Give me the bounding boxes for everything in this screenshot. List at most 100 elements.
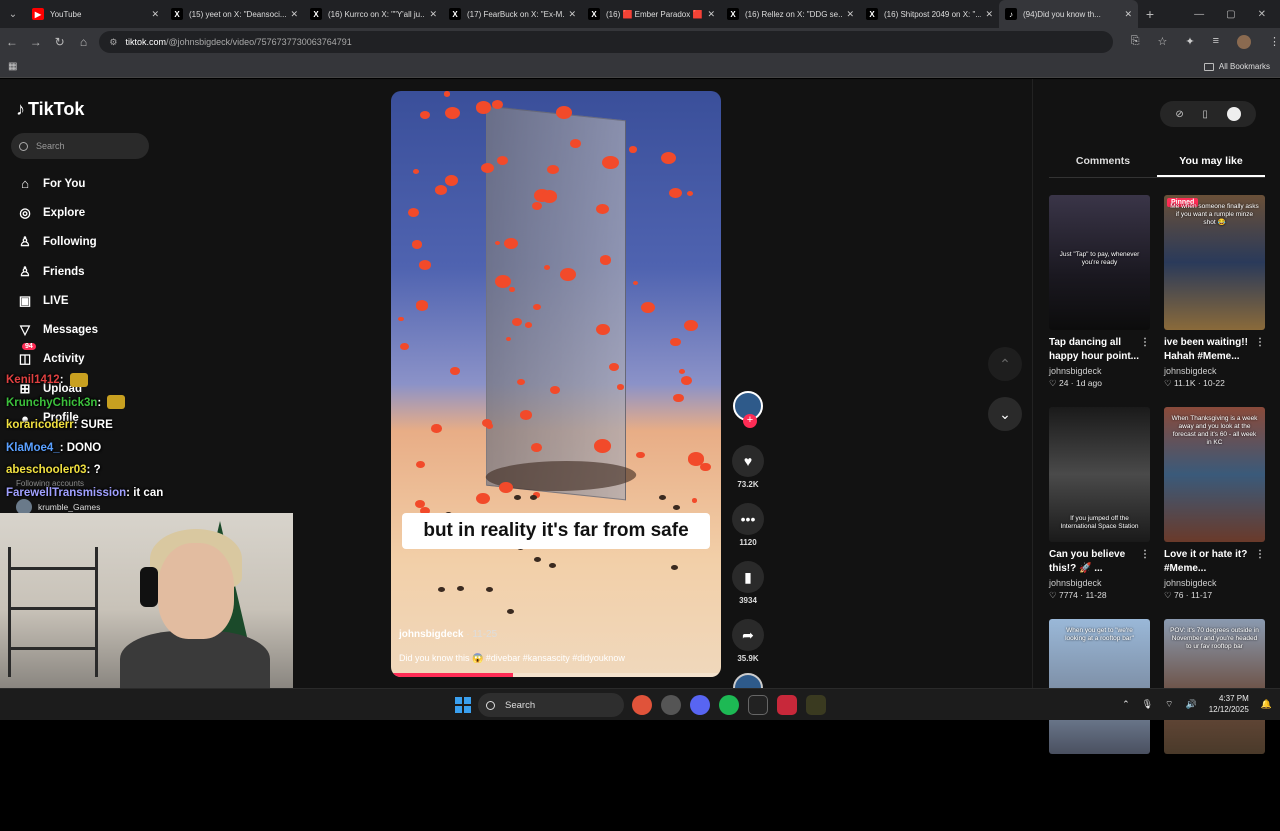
extensions-icon[interactable]: ✦ [1185, 35, 1194, 49]
all-bookmarks-button[interactable]: All Bookmarks [1203, 62, 1270, 71]
sidebar-item-friends[interactable]: ♙ Friends [16, 257, 98, 286]
video-thumbnail[interactable]: If you jumped off the International Spac… [1049, 407, 1150, 542]
card-author[interactable]: johnsbigdeck [1049, 366, 1150, 376]
sidebar-item-messages[interactable]: ▽ Messages [16, 315, 98, 344]
more-options-icon[interactable]: ⋮ [1255, 336, 1265, 350]
card-author[interactable]: johnsbigdeck [1049, 578, 1150, 588]
profile-dot-icon[interactable] [1226, 107, 1241, 121]
home-icon[interactable]: ⌂ [72, 35, 96, 49]
browser-tab[interactable]: X (16) 🟥 Ember Paradox 🟥 ... ✕ [582, 0, 721, 28]
browser-tab[interactable]: X (17) FearBuck on X: "Ex-M... ✕ [443, 0, 582, 28]
card-title[interactable]: Tap dancing all happy hour point... ⋮ [1049, 336, 1150, 364]
tab-you-may-like[interactable]: You may like [1157, 155, 1265, 177]
close-tab-icon[interactable]: ✕ [151, 9, 159, 20]
recommended-video-card[interactable]: POV: it's 70 degrees outside in November… [1164, 619, 1265, 831]
maximize-icon[interactable]: ▢ [1226, 9, 1235, 20]
wifi-icon[interactable]: ⌔ [1165, 699, 1173, 710]
search-input[interactable]: Search [11, 133, 149, 159]
spotify-icon[interactable] [719, 695, 739, 715]
browser-tab[interactable]: X (16) Kurrco on X: ""Y'all ju... ✕ [304, 0, 443, 28]
windows-start-icon[interactable] [455, 697, 471, 713]
card-title[interactable]: Love it or hate it? #Meme... ⋮ [1164, 548, 1265, 576]
close-tab-icon[interactable]: ✕ [707, 9, 715, 20]
apps-grid-icon[interactable]: ▦ [8, 61, 17, 72]
save-button[interactable]: ▮ 3934 [732, 561, 764, 605]
tiktok-logo[interactable]: ♪ TikTok [16, 99, 84, 120]
close-tab-icon[interactable]: ✕ [985, 9, 993, 20]
close-tab-icon[interactable]: ✕ [846, 9, 854, 20]
recommended-video-card[interactable]: When you get to "we're looking at a roof… [1049, 619, 1150, 831]
browser-tab[interactable]: X (16) Rellez on X: "DDG se... ✕ [721, 0, 860, 28]
sidebar-item-live[interactable]: ▣ LIVE [16, 286, 98, 315]
video-thumbnail[interactable]: POV: it's 70 degrees outside in November… [1164, 619, 1265, 754]
more-options-icon[interactable]: ⋮ [1140, 336, 1150, 350]
follow-plus-icon[interactable]: + [743, 414, 757, 428]
close-window-icon[interactable]: ✕ [1258, 9, 1266, 20]
device-icon[interactable]: ▯ [1202, 109, 1208, 120]
recommended-video-card[interactable]: Pinned Me when someone finally asks if yo… [1164, 195, 1265, 407]
creator-avatar[interactable]: + [733, 391, 763, 428]
browser-tab[interactable]: ▶ YouTube ✕ [26, 0, 165, 28]
next-video-button[interactable]: ⌄ [988, 397, 1022, 431]
card-author[interactable]: johnsbigdeck [1164, 578, 1265, 588]
close-tab-icon[interactable]: ✕ [290, 9, 298, 20]
clock[interactable]: 4:37 PM 12/12/2025 [1209, 693, 1249, 715]
recommended-video-card[interactable]: Just "Tap" to pay, whenever you're ready… [1049, 195, 1150, 407]
chevron-up-icon[interactable]: ⌃ [1122, 699, 1130, 710]
more-options-icon[interactable]: ⋮ [1140, 548, 1150, 562]
video-thumbnail[interactable]: Pinned Me when someone finally asks if yo… [1164, 195, 1265, 330]
bookmark-star-icon[interactable]: ☆ [1158, 35, 1168, 49]
sidebar-item-for-you[interactable]: ⌂ For You [16, 169, 98, 198]
tab-title: (15) yeet on X: "Deansoci... [189, 9, 287, 19]
forward-icon[interactable]: → [24, 35, 48, 49]
taskbar-search[interactable]: Search [478, 693, 624, 717]
address-bar[interactable]: ⚙ tiktok.com/@johnsbigdeck/video/7576737… [99, 31, 1113, 53]
microphone-icon[interactable]: 🎙 [1142, 699, 1153, 710]
browser-tab[interactable]: X (16) Shitpost 2049 on X: "... ✕ [860, 0, 999, 28]
profile-avatar[interactable] [1237, 35, 1252, 49]
notification-bell-icon[interactable]: 🔔 [1261, 699, 1272, 710]
card-author[interactable]: johnsbigdeck [1164, 366, 1265, 376]
obs-icon[interactable] [661, 695, 681, 715]
video-author[interactable]: johnsbigdeck [399, 629, 463, 640]
discord-icon[interactable] [690, 695, 710, 715]
card-title[interactable]: Can you believe this!? 🚀 ... ⋮ [1049, 548, 1150, 576]
site-info-icon[interactable]: ⚙ [109, 37, 117, 48]
previous-video-button[interactable]: ⌃ [988, 347, 1022, 381]
close-tab-icon[interactable]: ✕ [568, 9, 576, 20]
recommended-video-card[interactable]: If you jumped off the International Spac… [1049, 407, 1150, 619]
back-icon[interactable]: ← [0, 35, 24, 49]
close-tab-icon[interactable]: ✕ [429, 9, 437, 20]
minimize-icon[interactable]: — [1194, 9, 1204, 20]
reading-list-icon[interactable]: ≡ [1213, 35, 1219, 49]
chrome-icon[interactable] [632, 695, 652, 715]
tab-search-icon[interactable]: ⌄ [0, 0, 26, 28]
video-progress-bar[interactable] [391, 673, 721, 677]
close-tab-icon[interactable]: ✕ [1124, 9, 1132, 20]
sidebar-item-explore[interactable]: ◎ Explore [16, 198, 98, 227]
comment-button[interactable]: ••• 1120 [732, 503, 764, 547]
app-icon[interactable] [748, 695, 768, 715]
browser-tab[interactable]: ♪ (94)Did you know th... ✕ [999, 0, 1138, 28]
compass-icon[interactable]: ⊘ [1175, 109, 1183, 120]
card-title[interactable]: ive been waiting!! Hahah #Meme... ⋮ [1164, 336, 1265, 364]
video-thumbnail[interactable]: When you get to "we're looking at a roof… [1049, 619, 1150, 754]
more-options-icon[interactable]: ⋮ [1255, 548, 1265, 562]
video-thumbnail[interactable]: Just "Tap" to pay, whenever you're ready [1049, 195, 1150, 330]
browser-tab[interactable]: X (15) yeet on X: "Deansoci... ✕ [165, 0, 304, 28]
share-button[interactable]: ➦ 35.9K [732, 619, 764, 663]
volume-icon[interactable]: 🔊 [1186, 699, 1197, 710]
sidebar-item-following[interactable]: ♙ Following [16, 228, 98, 257]
red-blob-image [660, 152, 676, 165]
reload-icon[interactable]: ↻ [48, 35, 72, 49]
like-button[interactable]: ♥ 73.2K [732, 445, 764, 489]
video-player[interactable]: but in reality it's far from safe johnsb… [391, 91, 721, 677]
app-icon-2[interactable] [777, 695, 797, 715]
video-thumbnail[interactable]: When Thanksgiving is a week away and you… [1164, 407, 1265, 542]
app-icon-3[interactable] [806, 695, 826, 715]
tab-comments[interactable]: Comments [1049, 155, 1157, 177]
recommended-video-card[interactable]: When Thanksgiving is a week away and you… [1164, 407, 1265, 619]
new-tab-button[interactable]: + [1138, 6, 1162, 22]
browser-menu-icon[interactable]: ⋮ [1269, 35, 1280, 49]
install-app-icon[interactable]: ⎘ [1131, 35, 1140, 49]
